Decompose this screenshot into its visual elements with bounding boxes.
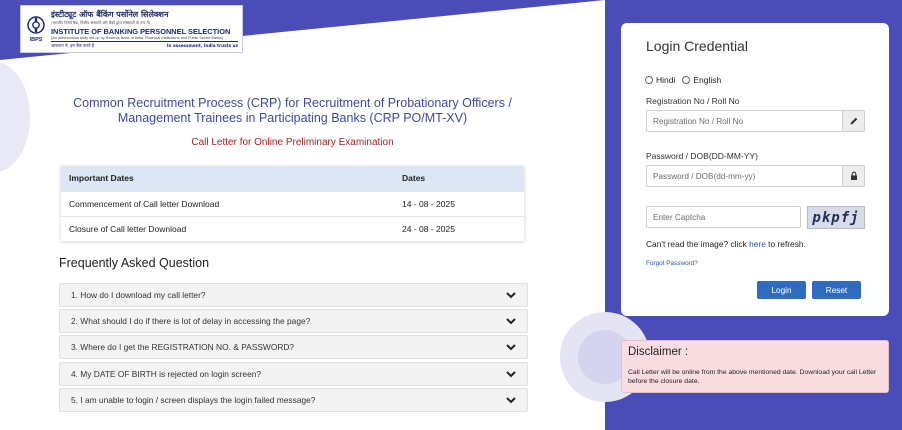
login-button[interactable]: Login — [757, 281, 806, 299]
language-option-english[interactable]: English — [682, 75, 721, 85]
captcha-refresh-line: Can't read the image? click here to refr… — [646, 239, 806, 249]
login-card: Login Credential Hindi English Registrat… — [621, 23, 889, 316]
table-row: Closure of Call letter Download 24 - 08 … — [61, 215, 524, 241]
hindi-radio[interactable] — [645, 76, 653, 84]
faq-question: 1. How do I download my call letter? — [71, 290, 206, 300]
chevron-down-icon — [506, 370, 516, 377]
logo-hindi-name: इंस्टीट्यूट ऑफ बैंकिंग पर्सोनेल सिलेक्शन — [51, 10, 169, 19]
logo-hindi-subtext: (भारतीय रिज़र्व बैंक, वित्तीय संस्थानों … — [51, 20, 151, 25]
table-header-dates: Dates — [394, 166, 524, 191]
faq-question: 4. My DATE OF BIRTH is rejected on login… — [71, 368, 262, 379]
faq-question: 2. What should I do if there is lot of d… — [71, 316, 311, 327]
captcha-image: pkpfj — [807, 206, 865, 229]
disclaimer-title: Disclaimer : — [628, 346, 689, 358]
password-label: Password / DOB(DD-MM-YY) — [646, 151, 758, 161]
call-letter-subtitle: Call Letter for Online Preliminary Exami… — [191, 137, 394, 148]
language-label: English — [693, 75, 722, 85]
decorative-circle — [0, 62, 30, 172]
chevron-down-icon — [506, 344, 516, 351]
faq-item-4[interactable]: 4. My DATE OF BIRTH is rejected on login… — [59, 361, 528, 386]
faq-item-5[interactable]: 5. I am unable to login / screen display… — [59, 387, 528, 412]
pencil-icon — [842, 111, 864, 131]
registration-input[interactable]: Registration No / Roll No — [647, 111, 842, 131]
table-row: Commencement of Call letter Download 14 … — [61, 190, 524, 216]
logo-english-name: INSTITUTE OF BANKING PERSONNEL SELECTION — [51, 27, 231, 36]
refresh-prefix: Can't read the image? click — [646, 239, 750, 249]
table-cell-event: Commencement of Call letter Download — [61, 190, 394, 216]
logo-hindi-tagline: आकलन में, हम बैंक करते हैं — [51, 43, 95, 48]
table-cell-date: 14 - 08 - 2025 — [394, 190, 524, 216]
logo-tagline-row: आकलन में, हम बैंक करते हैं In assessment… — [51, 43, 238, 49]
faq-question: 3. Where do I get the REGISTRATION NO. &… — [71, 342, 295, 353]
login-title: Login Credential — [646, 38, 748, 54]
reset-button[interactable]: Reset — [812, 281, 861, 299]
english-radio[interactable] — [682, 76, 691, 84]
chevron-down-icon — [506, 292, 516, 299]
table-header-row: Important Dates Dates — [61, 166, 524, 191]
logo-english-subtext: (An autonomous body set up by Reserve Ba… — [51, 36, 224, 40]
exam-title: Common Recruitment Process (CRP) for Rec… — [73, 96, 512, 125]
chevron-down-icon — [506, 397, 516, 404]
ibps-emblem-icon: IBPS — [25, 8, 47, 50]
faq-heading: Frequently Asked Question — [59, 256, 210, 270]
password-field[interactable]: Password / DOB(dd-mm-yy) — [646, 165, 865, 187]
table-cell-date: 24 - 08 - 2025 — [394, 215, 524, 241]
svg-text:IBPS: IBPS — [30, 37, 43, 43]
logo-divider — [51, 41, 238, 42]
language-selector: Hindi English — [645, 75, 728, 85]
table-cell-event: Closure of Call letter Download — [61, 215, 394, 241]
disclaimer-box: Disclaimer : Call Letter will be online … — [621, 340, 889, 393]
disclaimer-text: Call Letter will be online from the abov… — [628, 369, 877, 385]
logo-english-tagline: In assessment, India trusts us — [166, 43, 238, 48]
registration-label: Registration No / Roll No — [646, 96, 740, 106]
faq-item-3[interactable]: 3. Where do I get the REGISTRATION NO. &… — [59, 335, 528, 360]
lock-icon — [842, 166, 864, 186]
faq-accordion: 1. How do I download my call letter? 2. … — [59, 283, 528, 414]
faq-item-1[interactable]: 1. How do I download my call letter? — [59, 283, 528, 307]
language-option-hindi[interactable]: Hindi — [645, 75, 675, 85]
chevron-down-icon — [506, 318, 516, 325]
registration-field[interactable]: Registration No / Roll No — [646, 110, 865, 132]
language-label: Hindi — [656, 75, 676, 85]
faq-question: 5. I am unable to login / screen display… — [71, 394, 316, 405]
password-input[interactable]: Password / DOB(dd-mm-yy) — [647, 166, 842, 186]
table-header-important-dates: Important Dates — [61, 166, 394, 191]
forgot-password-link[interactable]: Forgot Password? — [646, 260, 698, 267]
captcha-input[interactable]: Enter Captcha — [646, 206, 801, 228]
refresh-captcha-link[interactable]: here — [749, 239, 766, 249]
important-dates-table: Important Dates Dates Commencement of Ca… — [61, 166, 524, 241]
faq-item-2[interactable]: 2. What should I do if there is lot of d… — [59, 309, 528, 334]
refresh-suffix: to refresh. — [765, 239, 806, 249]
ibps-logo: IBPS इंस्टीट्यूट ऑफ बैंकिंग पर्सोनेल सिल… — [20, 5, 243, 53]
